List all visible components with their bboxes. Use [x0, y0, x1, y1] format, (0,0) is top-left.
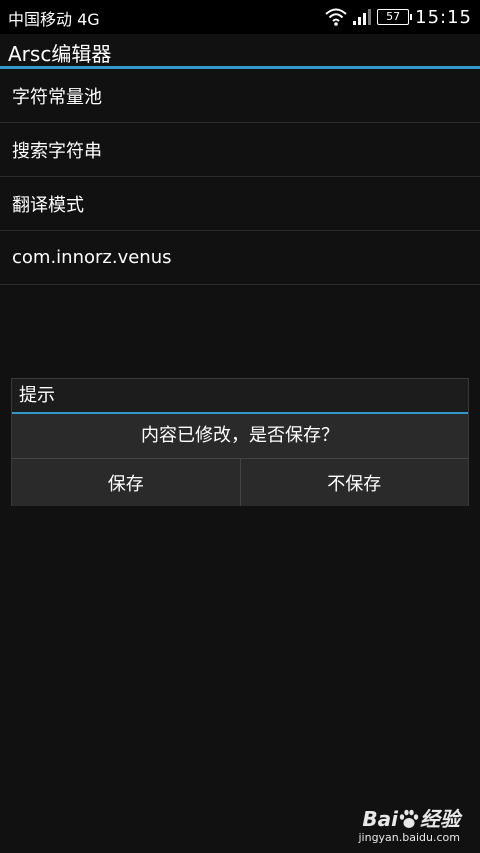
dont-save-button[interactable]: 不保存 — [239, 459, 468, 506]
dialog-title: 提示 — [12, 379, 468, 412]
watermark-logo: Bai 经验 — [358, 807, 460, 831]
dialog-button-bar: 保存 不保存 — [12, 458, 468, 506]
paw-icon — [398, 808, 420, 830]
carrier-label: 中国移动 4G — [8, 10, 100, 29]
clock: 15:15 — [415, 6, 472, 28]
signal-icon — [353, 9, 372, 25]
wifi-icon — [325, 8, 347, 26]
menu-item-translate-mode[interactable]: 翻译模式 — [0, 177, 480, 231]
menu-item-search-string[interactable]: 搜索字符串 — [0, 123, 480, 177]
watermark-logo-left: Bai — [362, 807, 398, 831]
battery-icon: 57 — [377, 9, 413, 25]
menu-item-package[interactable]: com.innorz.venus — [0, 231, 480, 285]
menu-list: 字符常量池 搜索字符串 翻译模式 com.innorz.venus — [0, 69, 480, 285]
menu-item-string-pool[interactable]: 字符常量池 — [0, 69, 480, 123]
save-button[interactable]: 保存 — [12, 459, 240, 506]
dialog-message: 内容已修改，是否保存？ — [141, 425, 339, 446]
status-indicators: 57 15:15 — [325, 5, 472, 29]
baidu-jingyan-watermark: Bai 经验 jingyan.baidu.com — [358, 807, 460, 845]
watermark-url: jingyan.baidu.com — [358, 831, 460, 844]
action-bar: Arsc编辑器 — [0, 34, 480, 66]
status-bar: 中国移动 4G 57 15:15 — [0, 0, 480, 34]
save-prompt-dialog: 提示 内容已修改，是否保存？ 保存 不保存 — [11, 378, 469, 506]
watermark-logo-right: 经验 — [420, 807, 460, 831]
app-title: Arsc编辑器 — [8, 42, 112, 66]
